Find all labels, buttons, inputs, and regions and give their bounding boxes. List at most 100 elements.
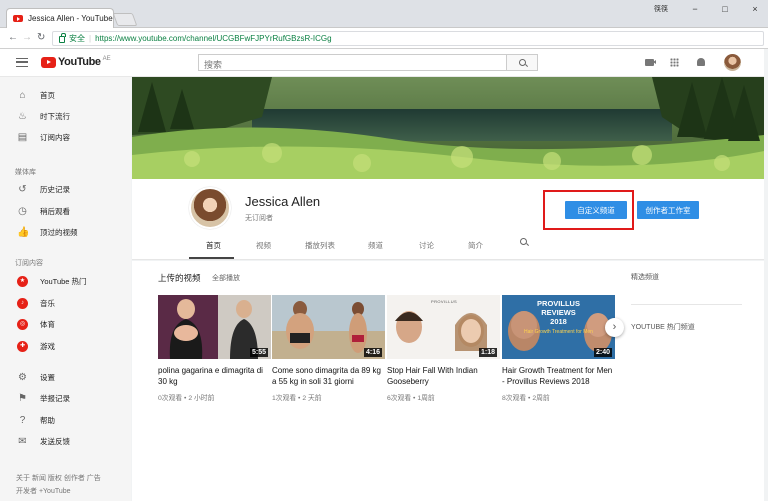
video-thumbnail-1[interactable]: 5:55 — [158, 295, 271, 359]
subscriber-count: 无订阅者 — [245, 215, 273, 222]
channel-content: 上传的视频 全部播放 5:55 polina gagarina e dimagr… — [132, 261, 764, 501]
new-tab-button[interactable] — [112, 13, 138, 26]
tab-playlists[interactable]: 播放列表 — [305, 240, 335, 251]
sidebar-item-feedback[interactable]: ✉ 发送反馈 — [0, 431, 131, 451]
creator-studio-button[interactable]: 创作者工作室 — [637, 201, 699, 219]
active-tab-indicator — [189, 257, 234, 259]
thumb-overlay-line-3: 2018 — [550, 317, 567, 326]
guide-sidebar: ⌂ 首页 ♨ 时下流行 ▤ 订阅内容 媒体库 ↺ 历史记录 ◷ 稍后观看 👍 顶… — [0, 77, 131, 501]
tab-about[interactable]: 简介 — [468, 240, 483, 251]
video-meta-3: 6次观看 • 1周前 — [387, 395, 435, 402]
video-duration: 1:18 — [478, 348, 497, 357]
sidebar-item-youtube-popular[interactable]: ★ YouTube 热门 — [0, 271, 131, 291]
youtube-favicon-icon — [13, 15, 23, 22]
sidebar-item-trending[interactable]: ♨ 时下流行 — [0, 106, 131, 126]
flag-icon: ⚑ — [18, 392, 27, 404]
sidebar-item-gaming[interactable]: ✚ 游戏 — [0, 336, 131, 356]
sidebar-item-music[interactable]: ♪ 音乐 — [0, 293, 131, 313]
browser-tab-bar: Jessica Allen - YouTube × 筷筷 − □ × — [0, 0, 768, 28]
search-button[interactable] — [507, 54, 538, 71]
youtube-masthead: YouTube AE 搜索 — [0, 49, 768, 77]
channel-header: Jessica Allen 无订阅者 自定义频道 创作者工作室 首页 视频 播放… — [132, 179, 764, 260]
channel-avatar[interactable] — [189, 187, 231, 229]
sidebar-item-report-history[interactable]: ⚑ 举报记录 — [0, 388, 131, 408]
watch-later-icon: ◷ — [18, 205, 27, 217]
sidebar-item-settings[interactable]: ⚙ 设置 — [0, 367, 131, 387]
window-controls: 筷筷 − □ × — [654, 4, 762, 14]
youtube-popular-channels-link[interactable]: YOUTUBE 热门频道 — [631, 322, 695, 332]
home-icon: ⌂ — [19, 89, 26, 101]
back-arrow-icon[interactable]: ← — [8, 32, 18, 43]
video-title-2[interactable]: Come sono dimagrita da 89 kg a 55 kg in … — [272, 365, 385, 387]
sidebar-item-history[interactable]: ↺ 历史记录 — [0, 179, 131, 199]
notifications-bell-icon[interactable] — [697, 58, 705, 66]
feedback-icon: ✉ — [18, 435, 27, 447]
library-heading: 媒体库 — [15, 169, 36, 176]
sidebar-item-sports[interactable]: ◎ 体育 — [0, 314, 131, 334]
sidebar-item-liked[interactable]: 👍 顶过的视频 — [0, 222, 131, 242]
close-window-button[interactable]: × — [748, 4, 762, 14]
video-meta-1: 0次观看 • 2 小时前 — [158, 395, 215, 402]
music-icon: ♪ — [17, 297, 28, 309]
channel-name: Jessica Allen — [245, 194, 321, 209]
youtube-play-icon — [41, 56, 56, 68]
tab-title: Jessica Allen - YouTube — [28, 14, 113, 23]
video-title-3[interactable]: Stop Hair Fall With Indian Gooseberry — [387, 365, 500, 387]
window-user-label[interactable]: 筷筷 — [654, 4, 668, 14]
channel-search-icon[interactable] — [520, 238, 527, 247]
search-input[interactable]: 搜索 — [198, 54, 507, 71]
footer-links-2[interactable]: 开发者 +YouTube — [16, 486, 71, 496]
upload-video-icon[interactable] — [645, 59, 656, 66]
reload-icon[interactable]: ↻ — [37, 32, 45, 43]
subscriptions-icon: ▤ — [17, 131, 28, 143]
youtube-logo[interactable]: YouTube AE — [41, 56, 111, 68]
url-text[interactable]: https://www.youtube.com/channel/UCGBFwFJ… — [95, 34, 332, 43]
forward-arrow-icon[interactable]: → — [22, 32, 32, 43]
uploads-heading[interactable]: 上传的视频 — [158, 272, 201, 284]
video-meta-2: 1次观看 • 2 天前 — [272, 395, 322, 402]
sidebar-item-home[interactable]: ⌂ 首页 — [0, 85, 131, 105]
video-duration: 4:16 — [363, 348, 382, 357]
browser-tab[interactable]: Jessica Allen - YouTube × — [6, 8, 123, 28]
featured-divider — [631, 304, 742, 305]
address-bar-row: ← → ↻ 安全 | https://www.youtube.com/chann… — [0, 28, 768, 49]
gaming-icon: ✚ — [17, 340, 28, 352]
window-scroll-edge — [764, 49, 768, 501]
sidebar-item-subscriptions[interactable]: ▤ 订阅内容 — [0, 127, 131, 147]
video-thumbnail-3[interactable]: PROVILLUS 1:18 — [387, 295, 500, 359]
gear-icon: ⚙ — [18, 371, 27, 383]
play-all-link[interactable]: 全部播放 — [212, 273, 240, 283]
footer-links[interactable]: 关于 新闻 版权 创作者 广告 — [16, 473, 101, 483]
customize-channel-button[interactable]: 自定义频道 — [565, 201, 627, 219]
video-duration: 5:55 — [249, 348, 268, 357]
video-thumbnail-4[interactable]: PROVILLUS REVIEWS 2018 Hair Growth Treat… — [502, 295, 615, 359]
trending-icon: ♨ — [18, 110, 27, 122]
video-title-1[interactable]: polina gagarina e dimagrita di 30 kg — [158, 365, 271, 387]
thumb-overlay-line-4: Hair Growth Treatment for Men — [524, 329, 593, 335]
thumb-overlay-line-2: REVIEWS — [541, 308, 576, 317]
sidebar-item-help[interactable]: ? 帮助 — [0, 410, 131, 430]
omnibox[interactable]: 安全 | https://www.youtube.com/channel/UCG… — [52, 31, 764, 46]
account-avatar[interactable] — [724, 54, 741, 71]
carousel-next-button[interactable]: › — [605, 318, 624, 337]
featured-channels-heading: 精选频道 — [631, 274, 659, 281]
video-meta-4: 8次观看 • 2周前 — [502, 395, 550, 402]
maximize-button[interactable]: □ — [718, 4, 732, 14]
subscriptions-heading: 订阅内容 — [15, 260, 43, 267]
minimize-button[interactable]: − — [688, 4, 702, 14]
menu-icon[interactable] — [16, 58, 28, 67]
youtube-popular-icon: ★ — [17, 275, 28, 287]
tab-videos[interactable]: 视频 — [256, 240, 271, 251]
video-title-4[interactable]: Hair Growth Treatment for Men - Provillu… — [502, 365, 615, 387]
video-thumbnail-2[interactable]: 4:16 — [272, 295, 385, 359]
secure-label: 安全 — [69, 34, 85, 43]
banner-lake-image — [132, 77, 764, 179]
tab-channels[interactable]: 频道 — [368, 240, 383, 251]
tab-discussion[interactable]: 讨论 — [419, 240, 434, 251]
tab-home[interactable]: 首页 — [206, 240, 221, 251]
thumb-overlay-line-1: PROVILLUS — [537, 299, 580, 308]
sidebar-item-watch-later[interactable]: ◷ 稍后观看 — [0, 201, 131, 221]
search-icon — [518, 59, 526, 66]
apps-grid-icon[interactable] — [670, 58, 679, 67]
provillus-logo: PROVILLUS — [431, 299, 458, 304]
